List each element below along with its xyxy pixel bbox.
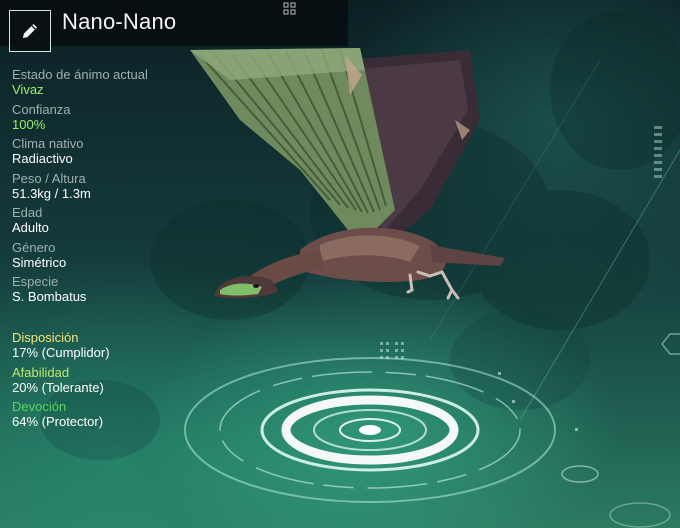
trait-affability: Afabilidad 20% (Tolerante) <box>12 365 212 396</box>
stat-mood: Estado de ánimo actual Vivaz <box>12 67 212 98</box>
trait-devotion: Devoción 64% (Protector) <box>12 399 212 430</box>
stat-label: Género <box>12 239 56 255</box>
stat-label: Especie <box>12 274 59 289</box>
pencil-icon <box>23 24 37 38</box>
stat-value: Simétrico <box>12 254 67 270</box>
trait-value: 64% (Protector) <box>12 414 104 429</box>
trait-value: 17% (Cumplidor) <box>12 345 110 360</box>
stat-value: Radiactivo <box>12 151 73 166</box>
stat-label: Peso / Altura <box>12 170 86 186</box>
stat-value: S. Bombatus <box>12 289 87 304</box>
stat-native-climate: Clima nativo Radiactivo <box>12 136 212 167</box>
stat-weight-height: Peso / Altura 51.3kg / 1.3m <box>12 171 212 202</box>
stat-label: Clima nativo <box>12 136 84 151</box>
stat-value: 51.3kg / 1.3m <box>12 185 91 201</box>
stat-label: Confianza <box>12 101 71 117</box>
creature-traits: Disposición 17% (Cumplidor) Afabilidad 2… <box>12 330 212 434</box>
stat-value: Adulto <box>12 220 49 235</box>
edit-name-button[interactable] <box>9 10 51 52</box>
creature-name: Nano-Nano <box>62 9 177 34</box>
trait-label: Devoción <box>12 399 67 414</box>
stat-gender: Género Simétrico <box>12 240 212 271</box>
stat-trust: Confianza 100% <box>12 102 212 133</box>
trait-disposition: Disposición 17% (Cumplidor) <box>12 330 212 361</box>
trait-label: Disposición <box>12 330 79 345</box>
stat-value: Vivaz <box>12 82 44 97</box>
trait-value: 20% (Tolerante) <box>12 379 104 395</box>
stat-label: Edad <box>12 205 43 220</box>
stat-value: 100% <box>12 116 46 132</box>
grid-icon <box>283 2 296 15</box>
creature-stats: Estado de ánimo actual Vivaz Confianza 1… <box>12 67 212 309</box>
stat-age: Edad Adulto <box>12 205 212 236</box>
trait-label: Afabilidad <box>12 364 70 380</box>
creature-view: Nano-Nano Estado de ánimo actual Vivaz C… <box>0 0 680 528</box>
stat-species: Especie S. Bombatus <box>12 274 212 305</box>
stat-label: Estado de ánimo actual <box>12 67 148 82</box>
